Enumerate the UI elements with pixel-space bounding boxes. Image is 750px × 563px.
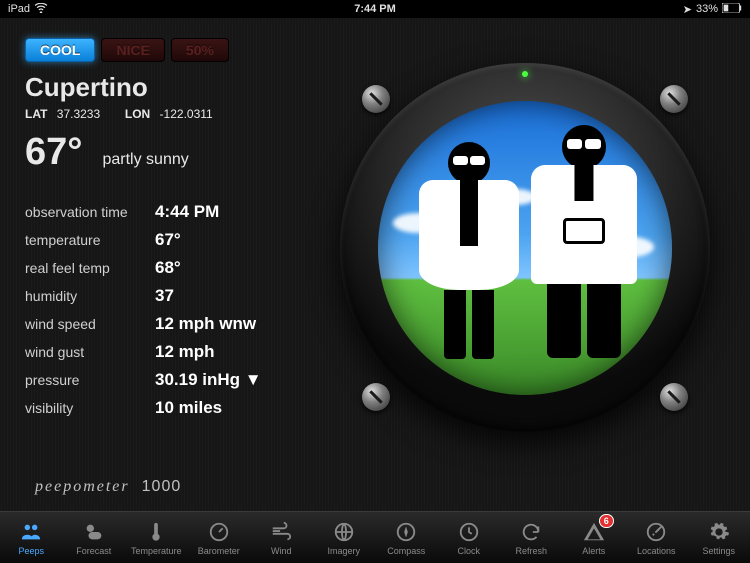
tab-wind[interactable]: Wind <box>250 512 313 563</box>
data-value: 10 miles <box>155 398 222 418</box>
data-value: 12 mph wnw <box>155 314 256 334</box>
tab-bar: Peeps Forecast Temperature Barometer Wind Ima… <box>0 511 750 563</box>
data-value: 12 mph <box>155 342 215 362</box>
info-panel: Cupertino LAT 37.3233 LON -122.0311 67° … <box>25 72 325 418</box>
imagery-icon <box>332 520 356 544</box>
tab-label: Alerts <box>582 546 605 556</box>
tab-alerts[interactable]: Alerts 6 <box>563 512 626 563</box>
data-row: pressure30.19 inHg ▼ <box>25 370 325 390</box>
data-value: 68° <box>155 258 181 278</box>
data-label: observation time <box>25 204 155 220</box>
wifi-icon <box>34 3 48 16</box>
data-rows: observation time4:44 PMtemperature67°rea… <box>25 202 325 418</box>
tab-label: Clock <box>457 546 480 556</box>
device-label: iPad <box>8 3 30 15</box>
tab-label: Settings <box>702 546 735 556</box>
data-row: temperature67° <box>25 230 325 250</box>
tab-label: Forecast <box>76 546 111 556</box>
toggle-cool[interactable]: COOL <box>25 38 95 62</box>
tab-label: Refresh <box>515 546 547 556</box>
brand-model: 1000 <box>142 478 182 495</box>
data-row: wind speed12 mph wnw <box>25 314 325 334</box>
lat-label: LAT <box>25 107 47 121</box>
lon-value: -122.0311 <box>160 107 213 121</box>
data-value: 4:44 PM <box>155 202 219 222</box>
coordinates: LAT 37.3233 LON -122.0311 <box>25 107 325 121</box>
location-arrow-icon: ➤ <box>683 3 692 16</box>
clock-icon <box>457 520 481 544</box>
tab-compass[interactable]: Compass <box>375 512 438 563</box>
data-label: pressure <box>25 372 155 388</box>
wind-icon <box>269 520 293 544</box>
brand-logo: peepometer 1000 <box>35 478 181 496</box>
temperature-icon <box>144 520 168 544</box>
brand-name: peepometer <box>35 478 130 495</box>
peeps-icon <box>19 520 43 544</box>
tab-label: Barometer <box>198 546 240 556</box>
current-desc: partly sunny <box>102 151 188 169</box>
tab-label: Peeps <box>18 546 44 556</box>
status-time: 7:44 PM <box>354 3 396 15</box>
data-row: visibility10 miles <box>25 398 325 418</box>
settings-icon <box>707 520 731 544</box>
data-label: humidity <box>25 288 155 304</box>
data-row: wind gust12 mph <box>25 342 325 362</box>
tab-forecast[interactable]: Forecast <box>63 512 126 563</box>
data-value: 67° <box>155 230 181 250</box>
tab-peeps[interactable]: Peeps <box>0 512 63 563</box>
peep-female-icon <box>419 142 519 371</box>
location-name: Cupertino <box>25 72 325 103</box>
battery-percent: 33% <box>696 3 718 15</box>
toggle-nice[interactable]: NICE <box>101 38 164 62</box>
porthole-display <box>340 63 710 433</box>
tab-label: Wind <box>271 546 292 556</box>
current-temp: 67° <box>25 131 82 174</box>
peep-male-icon <box>531 125 637 372</box>
tab-clock[interactable]: Clock <box>438 512 501 563</box>
data-row: real feel temp68° <box>25 258 325 278</box>
lat-value: 37.3233 <box>57 107 100 121</box>
data-label: temperature <box>25 232 155 248</box>
toggle-humidity[interactable]: 50% <box>171 38 229 62</box>
tab-refresh[interactable]: Refresh <box>500 512 563 563</box>
forecast-icon <box>82 520 106 544</box>
status-bar: iPad 7:44 PM ➤ 33% <box>0 0 750 18</box>
mode-toggles: COOL NICE 50% <box>25 38 725 62</box>
tab-barometer[interactable]: Barometer <box>188 512 251 563</box>
tab-label: Temperature <box>131 546 182 556</box>
screw-icon <box>660 383 688 411</box>
tab-label: Locations <box>637 546 676 556</box>
screw-icon <box>362 383 390 411</box>
led-indicator-icon <box>522 71 528 77</box>
tab-temperature[interactable]: Temperature <box>125 512 188 563</box>
data-row: observation time4:44 PM <box>25 202 325 222</box>
tab-imagery[interactable]: Imagery <box>313 512 376 563</box>
data-label: wind speed <box>25 316 155 332</box>
data-label: real feel temp <box>25 260 155 276</box>
tab-label: Compass <box>387 546 425 556</box>
battery-icon <box>722 3 742 16</box>
data-label: visibility <box>25 400 155 416</box>
compass-icon <box>394 520 418 544</box>
lon-label: LON <box>125 107 150 121</box>
tab-locations[interactable]: Locations <box>625 512 688 563</box>
barometer-icon <box>207 520 231 544</box>
data-label: wind gust <box>25 344 155 360</box>
refresh-icon <box>519 520 543 544</box>
main-panel: COOL NICE 50% Cupertino LAT 37.3233 LON … <box>0 18 750 518</box>
data-value: 37 <box>155 286 174 306</box>
tab-settings[interactable]: Settings <box>688 512 750 563</box>
current-conditions: 67° partly sunny <box>25 131 325 174</box>
screw-icon <box>660 85 688 113</box>
data-row: humidity37 <box>25 286 325 306</box>
tab-label: Imagery <box>327 546 360 556</box>
scene-view <box>378 101 672 395</box>
screw-icon <box>362 85 390 113</box>
alert-badge: 6 <box>599 514 614 528</box>
locations-icon <box>644 520 668 544</box>
data-value: 30.19 inHg ▼ <box>155 370 262 390</box>
